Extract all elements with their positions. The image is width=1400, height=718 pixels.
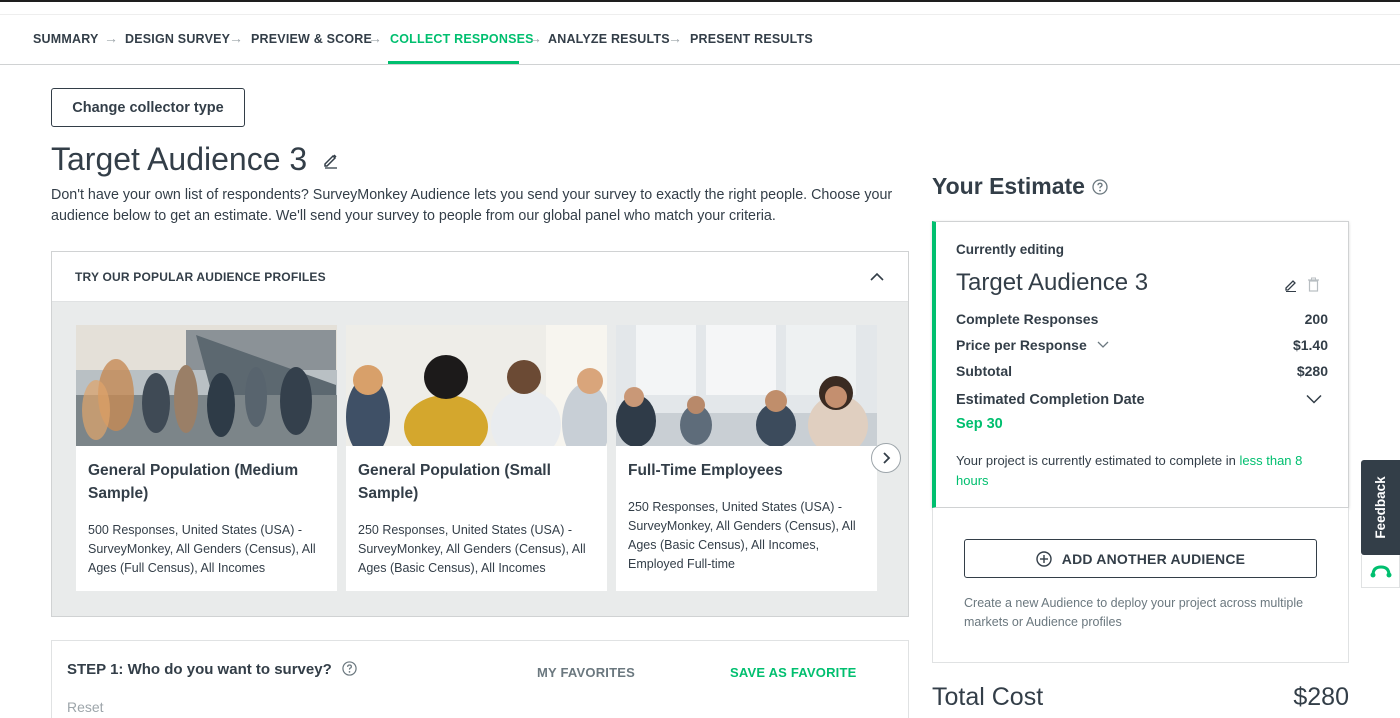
completion-date-label: Estimated Completion Date: [956, 392, 1145, 408]
step-summary[interactable]: SUMMARY: [33, 32, 99, 46]
profile-card-general-medium[interactable]: General Population (Medium Sample) 500 R…: [76, 325, 337, 591]
total-cost-value: $280: [1293, 683, 1349, 711]
currently-editing-label: Currently editing: [956, 242, 1065, 257]
complete-responses-value: 200: [1304, 311, 1328, 327]
profiles-header[interactable]: TRY OUR POPULAR AUDIENCE PROFILES: [52, 252, 908, 302]
page-title: Target Audience 3: [51, 141, 308, 177]
card-title: General Population (Small Sample): [358, 462, 551, 502]
feedback-tab[interactable]: Feedback: [1361, 460, 1400, 555]
arrow-right-icon: →: [229, 30, 243, 46]
step1-panel: STEP 1: Who do you want to survey? MY FA…: [51, 640, 909, 718]
card-description: 250 Responses, United States (USA) - Sur…: [358, 523, 586, 575]
arrow-right-icon: →: [368, 30, 382, 46]
estimate-audience-name: Target Audience 3: [956, 269, 1149, 296]
estimate-title: Your Estimate: [932, 173, 1085, 199]
profile-card-general-small[interactable]: General Population (Small Sample) 250 Re…: [346, 325, 607, 591]
crowd-photo: [76, 325, 337, 446]
add-audience-label: ADD ANOTHER AUDIENCE: [1061, 550, 1246, 567]
price-per-response-label[interactable]: Price per Response: [956, 337, 1109, 353]
feedback-label: Feedback: [1373, 476, 1388, 539]
reset-link[interactable]: Reset: [67, 699, 104, 715]
chevron-down-icon: [1097, 341, 1109, 348]
step-design-survey[interactable]: DESIGN SURVEY: [125, 32, 230, 46]
complete-responses-label: Complete Responses: [956, 311, 1099, 327]
help-icon[interactable]: [1092, 179, 1108, 195]
chevron-down-icon[interactable]: [1306, 394, 1322, 404]
card-title: General Population (Medium Sample): [88, 462, 299, 502]
step-present-results[interactable]: PRESENT RESULTS: [690, 32, 813, 46]
arrow-right-icon: →: [104, 30, 118, 46]
chevron-up-icon[interactable]: [868, 268, 886, 286]
edit-pencil-icon[interactable]: [1284, 278, 1298, 292]
chevron-right-icon: [883, 452, 891, 464]
arrow-right-icon: →: [668, 30, 682, 46]
save-as-favorite-link[interactable]: SAVE AS FAVORITE: [730, 665, 856, 680]
meeting-photo: [346, 325, 607, 446]
step-collect-responses[interactable]: COLLECT RESPONSES: [390, 32, 534, 46]
subtotal-value: $280: [1296, 363, 1328, 379]
edit-pencil-icon[interactable]: [322, 151, 340, 169]
estimate-card: Currently editing Target Audience 3 Comp…: [932, 221, 1349, 508]
total-cost-label: Total Cost: [932, 683, 1044, 711]
note-prefix: Your project is currently estimated to c…: [956, 453, 1240, 468]
profiles-title: TRY OUR POPULAR AUDIENCE PROFILES: [75, 270, 326, 284]
step1-title: STEP 1: Who do you want to survey?: [67, 661, 357, 678]
popular-audience-profiles: TRY OUR POPULAR AUDIENCE PROFILES Genera…: [51, 251, 909, 617]
subtotal-label: Subtotal: [956, 363, 1012, 379]
arrow-right-icon: →: [528, 30, 542, 46]
my-favorites-link[interactable]: MY FAVORITES: [537, 665, 635, 680]
office-photo: [616, 325, 877, 446]
add-audience-panel: ADD ANOTHER AUDIENCE Create a new Audien…: [932, 508, 1349, 663]
surveymonkey-logo-icon: [1361, 555, 1400, 588]
add-another-audience-button[interactable]: ADD ANOTHER AUDIENCE: [964, 539, 1317, 578]
step-analyze-results[interactable]: ANALYZE RESULTS: [548, 32, 670, 46]
step-preview-score[interactable]: PREVIEW & SCORE: [251, 32, 372, 46]
survey-stepper-nav: SUMMARY → DESIGN SURVEY → PREVIEW & SCOR…: [0, 14, 1400, 65]
plus-circle-icon: [1036, 550, 1052, 567]
price-per-response-value: $1.40: [1292, 337, 1328, 353]
intro-text: Don't have your own list of respondents?…: [51, 187, 893, 224]
add-audience-note: Create a new Audience to deploy your pro…: [964, 596, 1304, 629]
card-title: Full-Time Employees: [628, 462, 783, 479]
profile-card-full-time-employees[interactable]: Full-Time Employees 250 Responses, Unite…: [616, 325, 877, 591]
card-description: 500 Responses, United States (USA) - Sur…: [88, 523, 316, 575]
help-icon[interactable]: [342, 661, 357, 676]
window-top-border: [0, 0, 1400, 2]
carousel-next-button[interactable]: [871, 443, 901, 473]
completion-estimate-note: Your project is currently estimated to c…: [956, 451, 1326, 491]
trash-icon[interactable]: [1307, 277, 1320, 292]
price-per-response-text: Price per Response: [956, 337, 1087, 353]
step1-title-text: STEP 1: Who do you want to survey?: [67, 661, 332, 678]
completion-date-value: Sep 30: [956, 416, 1003, 432]
change-collector-type-button[interactable]: Change collector type: [51, 88, 245, 127]
active-step-indicator: [388, 61, 519, 64]
card-description: 250 Responses, United States (USA) - Sur…: [628, 500, 856, 571]
